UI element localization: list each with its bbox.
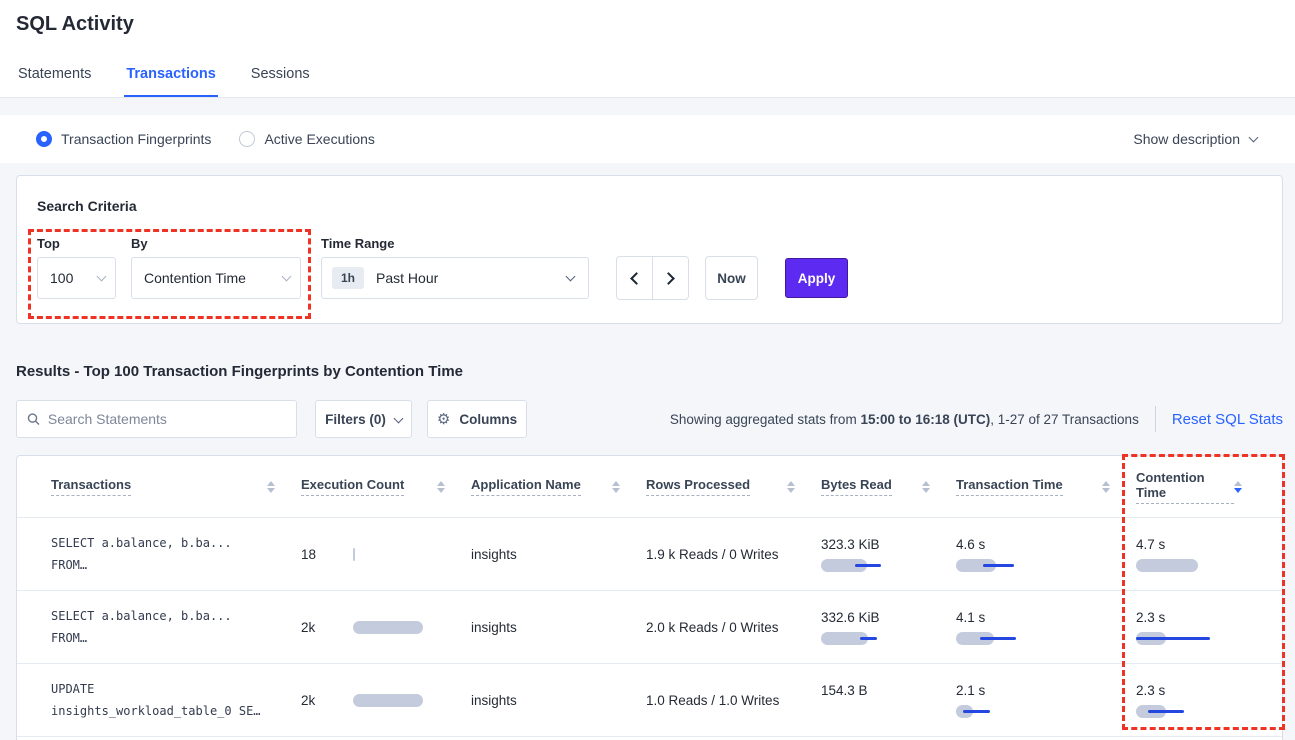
col-header-contention-time[interactable]: Contention Time (1136, 470, 1268, 504)
sort-icon (1102, 481, 1110, 493)
execution-count-bar (353, 694, 423, 707)
sort-icon (922, 481, 930, 493)
bytes-read-cell: 332.6 KiB (821, 610, 956, 645)
page-title: SQL Activity (16, 13, 134, 36)
chevron-down-icon (566, 272, 576, 282)
tab-sessions[interactable]: Sessions (249, 66, 312, 97)
bytes-read-bar (821, 632, 911, 645)
radio-transaction-fingerprints[interactable]: Transaction Fingerprints (36, 131, 211, 147)
execution-count-bar (353, 621, 423, 634)
top-label: Top (37, 236, 60, 251)
execution-count-cell: 18 (301, 547, 471, 562)
chevron-down-icon (282, 272, 292, 282)
contention-time-bar (1136, 705, 1226, 718)
bytes-read-cell: 323.3 KiB (821, 537, 956, 572)
application-name-cell: insights (471, 547, 646, 562)
table-row: SELECT a.balance, b.ba... FROM… 18 insig… (17, 518, 1282, 591)
chevron-left-icon (630, 272, 643, 285)
radio-label: Transaction Fingerprints (61, 131, 211, 147)
time-range-badge: 1h (332, 267, 364, 289)
radio-unselected-icon[interactable] (239, 131, 255, 147)
by-select[interactable]: Contention Time (131, 257, 301, 299)
search-icon (27, 412, 40, 426)
chevron-down-icon (1249, 133, 1259, 143)
search-criteria-heading: Search Criteria (37, 198, 137, 214)
col-header-bytes-read[interactable]: Bytes Read (821, 477, 956, 496)
transactions-table: Transactions Execution Count Application… (16, 455, 1283, 740)
sort-icon (787, 481, 795, 493)
col-header-transaction-time[interactable]: Transaction Time (956, 477, 1136, 496)
chevron-down-icon (97, 272, 107, 282)
sort-icon (437, 481, 445, 493)
application-name-cell: insights (471, 620, 646, 635)
transaction-time-cell: 4.1 s (956, 610, 1136, 645)
rows-processed-cell: 2.0 k Reads / 0 Writes (646, 620, 821, 635)
columns-button[interactable]: ⚙ Columns (427, 400, 527, 438)
rows-processed-cell: 1.0 Reads / 1.0 Writes (646, 693, 821, 708)
time-next-button[interactable] (653, 257, 688, 299)
table-row: SELECT a.balance, b.ba... FROM… 2k insig… (17, 591, 1282, 664)
radio-selected-icon[interactable] (36, 131, 52, 147)
sort-icon (267, 481, 275, 493)
col-header-transactions[interactable]: Transactions (51, 477, 301, 496)
contention-time-cell: 2.3 s (1136, 683, 1268, 718)
execution-count-bar (353, 548, 355, 561)
by-label: By (131, 236, 148, 251)
bytes-read-cell: 154.3 B (821, 683, 956, 718)
chevron-down-icon (393, 413, 403, 423)
now-button[interactable]: Now (705, 256, 758, 300)
transaction-fingerprint-link[interactable]: SELECT a.balance, b.ba... FROM… (51, 532, 301, 576)
chevron-right-icon (662, 272, 675, 285)
contention-time-bar (1136, 559, 1226, 572)
transaction-time-bar (956, 632, 1046, 645)
rows-processed-cell: 1.9 k Reads / 0 Writes (646, 547, 821, 562)
time-nav-group (616, 256, 689, 300)
radio-label: Active Executions (264, 131, 375, 147)
col-header-execution-count[interactable]: Execution Count (301, 477, 471, 496)
transaction-fingerprint-link[interactable]: UPDATE insights_workload_table_0 SE… (51, 678, 301, 722)
gear-icon: ⚙ (437, 410, 450, 428)
apply-button[interactable]: Apply (785, 258, 848, 298)
col-header-application-name[interactable]: Application Name (471, 477, 646, 496)
time-prev-button[interactable] (617, 257, 653, 299)
contention-time-bar (1136, 632, 1226, 645)
transaction-time-cell: 4.6 s (956, 537, 1136, 572)
time-range-select[interactable]: 1h Past Hour (321, 257, 589, 299)
aggregated-stats-text: Showing aggregated stats from 15:00 to 1… (670, 412, 1139, 427)
col-header-rows-processed[interactable]: Rows Processed (646, 477, 821, 496)
reset-sql-stats-link[interactable]: Reset SQL Stats (1172, 411, 1283, 428)
tab-transactions[interactable]: Transactions (124, 66, 217, 97)
results-heading: Results - Top 100 Transaction Fingerprin… (16, 363, 463, 380)
contention-time-cell: 2.3 s (1136, 610, 1268, 645)
tab-bar: Statements Transactions Sessions (16, 66, 312, 97)
transaction-time-bar (956, 705, 1046, 718)
radio-active-executions[interactable]: Active Executions (239, 131, 375, 147)
transaction-time-bar (956, 559, 1046, 572)
bytes-read-bar (821, 559, 911, 572)
time-range-label: Time Range (321, 236, 394, 251)
sort-icon-active-desc (1234, 481, 1242, 493)
tab-statements[interactable]: Statements (16, 66, 93, 97)
stats-row: Showing aggregated stats from 15:00 to 1… (670, 400, 1283, 438)
execution-count-cell: 2k (301, 693, 471, 708)
view-toggle-bar: Transaction Fingerprints Active Executio… (0, 115, 1295, 163)
contention-time-cell: 4.7 s (1136, 537, 1268, 572)
table-row: UPDATE insights_workload_table_0 SE… 2k … (17, 664, 1282, 737)
divider (1155, 406, 1156, 432)
transaction-fingerprint-link[interactable]: SELECT a.balance, b.ba... FROM… (51, 605, 301, 649)
top-select[interactable]: 100 (37, 257, 116, 299)
search-statements-input[interactable] (48, 411, 286, 427)
table-header-row: Transactions Execution Count Application… (17, 456, 1282, 518)
search-criteria-panel: Search Criteria Top By Time Range 100 Co… (16, 175, 1283, 324)
app-header: SQL Activity Statements Transactions Ses… (0, 0, 1295, 98)
execution-count-cell: 2k (301, 620, 471, 635)
show-description-toggle[interactable]: Show description (1133, 131, 1257, 147)
search-statements-box (16, 400, 297, 438)
sort-icon (612, 481, 620, 493)
application-name-cell: insights (471, 693, 646, 708)
filters-button[interactable]: Filters (0) (315, 400, 412, 438)
transaction-time-cell: 2.1 s (956, 683, 1136, 718)
